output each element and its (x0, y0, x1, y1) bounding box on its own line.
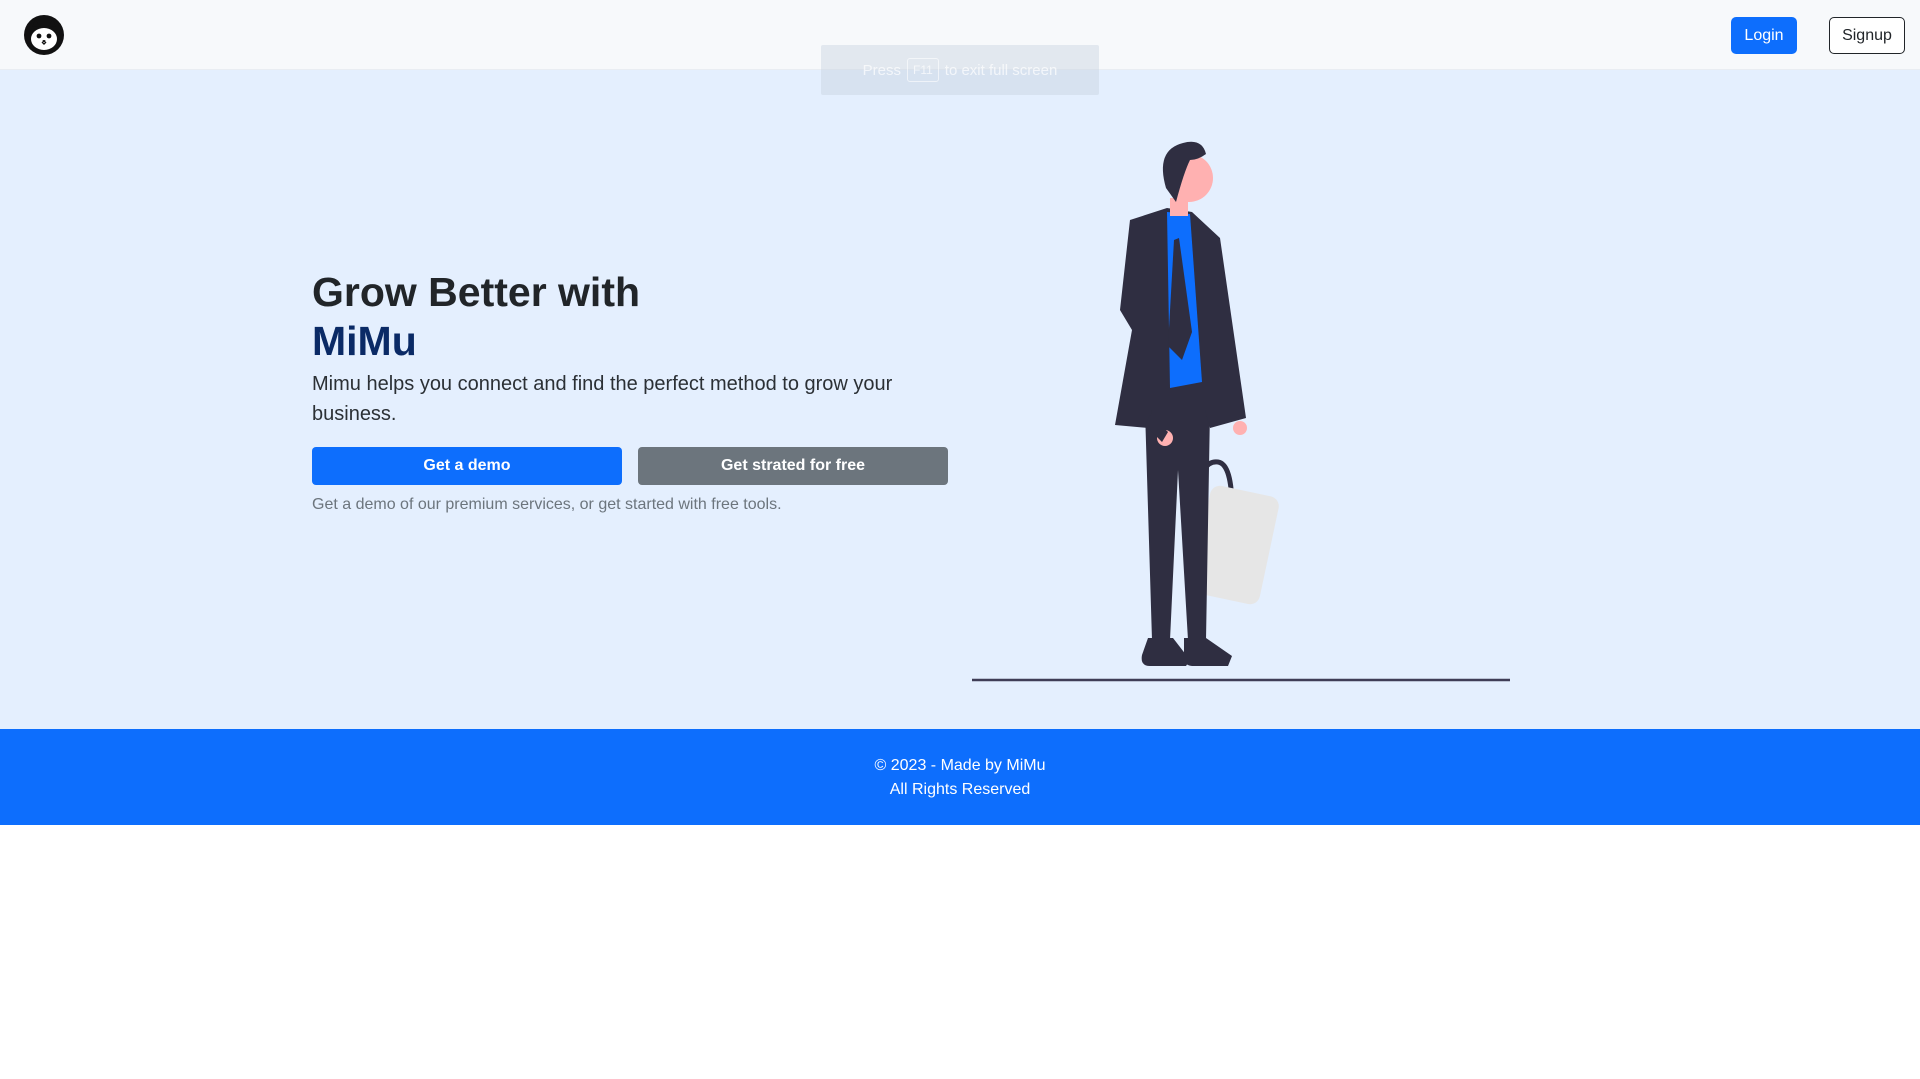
get-started-free-button[interactable]: Get strated for free (638, 447, 948, 485)
fullscreen-toast-key: F11 (906, 58, 939, 82)
fullscreen-toast-prefix: Press (862, 61, 901, 79)
get-demo-button[interactable]: Get a demo (312, 447, 622, 485)
hero-brand-name: MiMu (312, 318, 417, 364)
footer-rights: All Rights Reserved (889, 781, 1031, 798)
hero-title-line: Grow Better with (312, 269, 641, 315)
hero-subtitle: Mimu helps you connect and find the perf… (312, 373, 893, 425)
fullscreen-toast: Press F11 to exit full screen (821, 45, 1099, 95)
login-button[interactable]: Login (1731, 17, 1797, 54)
signup-button[interactable]: Signup (1829, 17, 1905, 54)
footer-copyright: © 2023 - Made by MiMu (874, 757, 1046, 774)
fullscreen-toast-suffix: to exit full screen (944, 61, 1058, 79)
hero-note: Get a demo of our premium services, or g… (312, 496, 782, 513)
footer: © 2023 - Made by MiMu All Rights Reserve… (0, 729, 1920, 825)
cat-logo-icon[interactable] (23, 14, 65, 56)
hero-section: Grow Better with MiMu Mimu helps you con… (0, 70, 1920, 729)
businessman-illustration (970, 110, 1512, 682)
hero-title: Grow Better with MiMu (312, 268, 640, 366)
